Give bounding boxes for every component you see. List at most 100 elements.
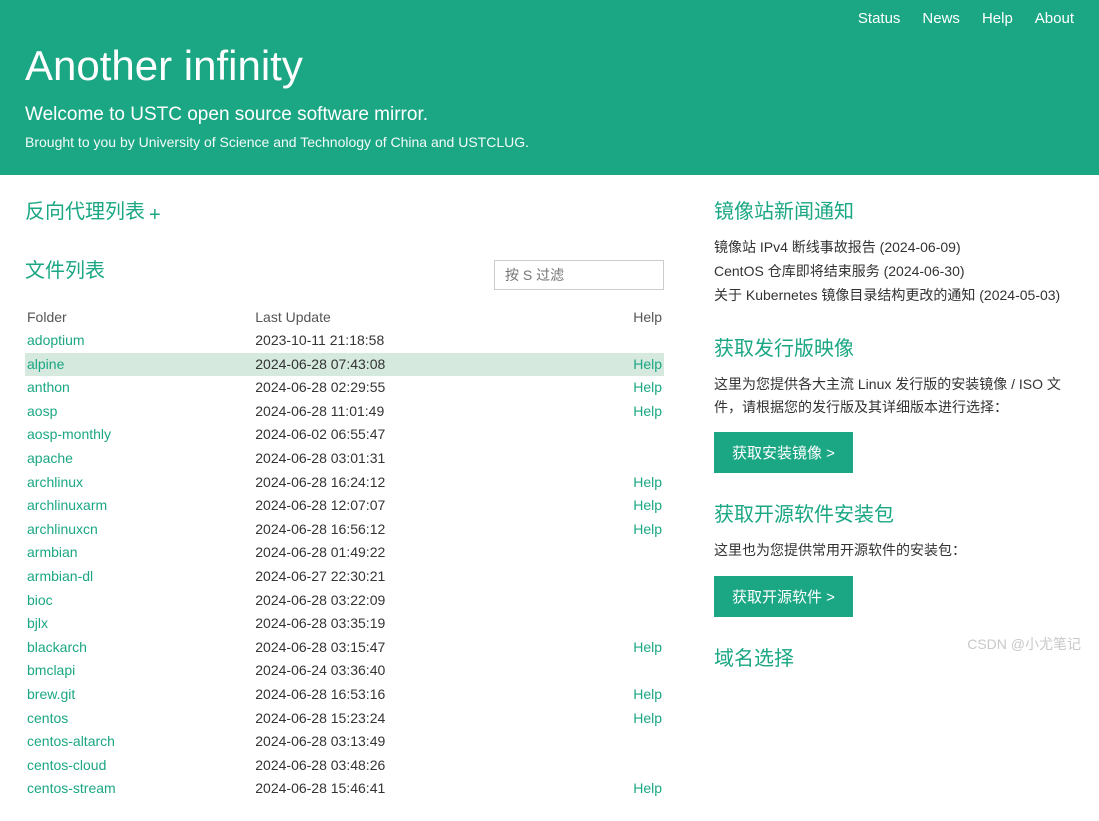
update-time: 2024-06-27 22:30:21 <box>253 565 583 589</box>
software-title: 获取开源软件安装包 <box>714 498 1074 527</box>
distro-title: 获取发行版映像 <box>714 332 1074 361</box>
update-time: 2024-06-28 03:15:47 <box>253 636 583 660</box>
col-help[interactable]: Help <box>583 305 664 329</box>
news-item[interactable]: 关于 Kubernetes 镜像目录结构更改的通知 (2024-05-03) <box>714 284 1074 308</box>
table-row: centos-stream2024-06-28 15:46:41Help <box>25 777 664 801</box>
watermark: CSDN @小尤笔记 <box>967 634 1081 654</box>
get-software-button[interactable]: 获取开源软件 > <box>714 576 853 617</box>
nav-news[interactable]: News <box>922 10 960 27</box>
help-link <box>583 659 664 683</box>
folder-link[interactable]: alpine <box>25 353 253 377</box>
page-byline: Brought to you by University of Science … <box>25 134 1074 150</box>
help-link <box>583 329 664 353</box>
nav-about[interactable]: About <box>1035 10 1074 27</box>
nav-status[interactable]: Status <box>858 10 901 27</box>
table-row: centos-altarch2024-06-28 03:13:49 <box>25 730 664 754</box>
left-column: 反向代理列表 + 文件列表 Folder Last Update Help ad… <box>25 195 664 801</box>
folder-link[interactable]: adoptium <box>25 329 253 353</box>
help-link <box>583 612 664 636</box>
folder-link[interactable]: centos-cloud <box>25 754 253 778</box>
update-time: 2024-06-28 15:23:24 <box>253 707 583 731</box>
page-header: Status News Help About Another infinity … <box>0 0 1099 175</box>
update-time: 2024-06-28 03:01:31 <box>253 447 583 471</box>
table-row: bioc2024-06-28 03:22:09 <box>25 589 664 613</box>
folder-link[interactable]: centos <box>25 707 253 731</box>
folder-link[interactable]: armbian <box>25 541 253 565</box>
table-row: centos-cloud2024-06-28 03:48:26 <box>25 754 664 778</box>
col-folder[interactable]: Folder <box>25 305 253 329</box>
help-link[interactable]: Help <box>583 471 664 495</box>
folder-link[interactable]: aosp <box>25 400 253 424</box>
help-link <box>583 730 664 754</box>
table-row: apache2024-06-28 03:01:31 <box>25 447 664 471</box>
folder-link[interactable]: brew.git <box>25 683 253 707</box>
update-time: 2024-06-02 06:55:47 <box>253 423 583 447</box>
expand-icon[interactable]: + <box>149 204 161 227</box>
proxy-list-title: 反向代理列表 <box>25 195 145 224</box>
help-link[interactable]: Help <box>583 777 664 801</box>
main-content: 反向代理列表 + 文件列表 Folder Last Update Help ad… <box>0 175 1099 821</box>
page-title: Another infinity <box>25 42 1074 90</box>
help-link[interactable]: Help <box>583 707 664 731</box>
folder-link[interactable]: bjlx <box>25 612 253 636</box>
folder-link[interactable]: centos-altarch <box>25 730 253 754</box>
folder-link[interactable]: aosp-monthly <box>25 423 253 447</box>
folder-link[interactable]: archlinux <box>25 471 253 495</box>
update-time: 2024-06-24 03:36:40 <box>253 659 583 683</box>
help-link <box>583 423 664 447</box>
update-time: 2024-06-28 11:01:49 <box>253 400 583 424</box>
file-list-title: 文件列表 <box>25 254 105 283</box>
help-link[interactable]: Help <box>583 353 664 377</box>
update-time: 2024-06-28 16:56:12 <box>253 518 583 542</box>
table-row: bmclapi2024-06-24 03:36:40 <box>25 659 664 683</box>
table-row: blackarch2024-06-28 03:15:47Help <box>25 636 664 660</box>
software-desc: 这里也为您提供常用开源软件的安装包： <box>714 539 1074 561</box>
folder-link[interactable]: bioc <box>25 589 253 613</box>
update-time: 2024-06-28 16:53:16 <box>253 683 583 707</box>
get-distro-button[interactable]: 获取安装镜像 > <box>714 432 853 473</box>
update-time: 2024-06-28 03:35:19 <box>253 612 583 636</box>
folder-link[interactable]: anthon <box>25 376 253 400</box>
help-link[interactable]: Help <box>583 636 664 660</box>
table-row: armbian2024-06-28 01:49:22 <box>25 541 664 565</box>
help-link[interactable]: Help <box>583 683 664 707</box>
help-link[interactable]: Help <box>583 400 664 424</box>
help-link[interactable]: Help <box>583 494 664 518</box>
help-link <box>583 754 664 778</box>
folder-link[interactable]: centos-stream <box>25 777 253 801</box>
top-nav: Status News Help About <box>25 10 1074 42</box>
folder-link[interactable]: apache <box>25 447 253 471</box>
update-time: 2024-06-28 02:29:55 <box>253 376 583 400</box>
folder-link[interactable]: archlinuxarm <box>25 494 253 518</box>
help-link[interactable]: Help <box>583 376 664 400</box>
distro-desc: 这里为您提供各大主流 Linux 发行版的安装镜像 / ISO 文件，请根据您的… <box>714 373 1074 418</box>
update-time: 2024-06-28 03:22:09 <box>253 589 583 613</box>
table-row: archlinuxarm2024-06-28 12:07:07Help <box>25 494 664 518</box>
table-row: centos2024-06-28 15:23:24Help <box>25 707 664 731</box>
update-time: 2024-06-28 15:46:41 <box>253 777 583 801</box>
col-update[interactable]: Last Update <box>253 305 583 329</box>
right-column: 镜像站新闻通知 镜像站 IPv4 断线事故报告 (2024-06-09)Cent… <box>714 195 1074 801</box>
folder-link[interactable]: blackarch <box>25 636 253 660</box>
table-row: armbian-dl2024-06-27 22:30:21 <box>25 565 664 589</box>
news-item[interactable]: CentOS 仓库即将结束服务 (2024-06-30) <box>714 260 1074 284</box>
filter-input[interactable] <box>494 260 664 290</box>
table-row: aosp2024-06-28 11:01:49Help <box>25 400 664 424</box>
news-list: 镜像站 IPv4 断线事故报告 (2024-06-09)CentOS 仓库即将结… <box>714 236 1074 307</box>
update-time: 2023-10-11 21:18:58 <box>253 329 583 353</box>
update-time: 2024-06-28 12:07:07 <box>253 494 583 518</box>
table-row: aosp-monthly2024-06-02 06:55:47 <box>25 423 664 447</box>
update-time: 2024-06-28 03:13:49 <box>253 730 583 754</box>
folder-link[interactable]: archlinuxcn <box>25 518 253 542</box>
help-link <box>583 541 664 565</box>
folder-link[interactable]: armbian-dl <box>25 565 253 589</box>
update-time: 2024-06-28 01:49:22 <box>253 541 583 565</box>
table-row: anthon2024-06-28 02:29:55Help <box>25 376 664 400</box>
news-item[interactable]: 镜像站 IPv4 断线事故报告 (2024-06-09) <box>714 236 1074 260</box>
help-link <box>583 565 664 589</box>
nav-help[interactable]: Help <box>982 10 1013 27</box>
update-time: 2024-06-28 03:48:26 <box>253 754 583 778</box>
help-link[interactable]: Help <box>583 518 664 542</box>
mirror-table: Folder Last Update Help adoptium2023-10-… <box>25 305 664 801</box>
folder-link[interactable]: bmclapi <box>25 659 253 683</box>
